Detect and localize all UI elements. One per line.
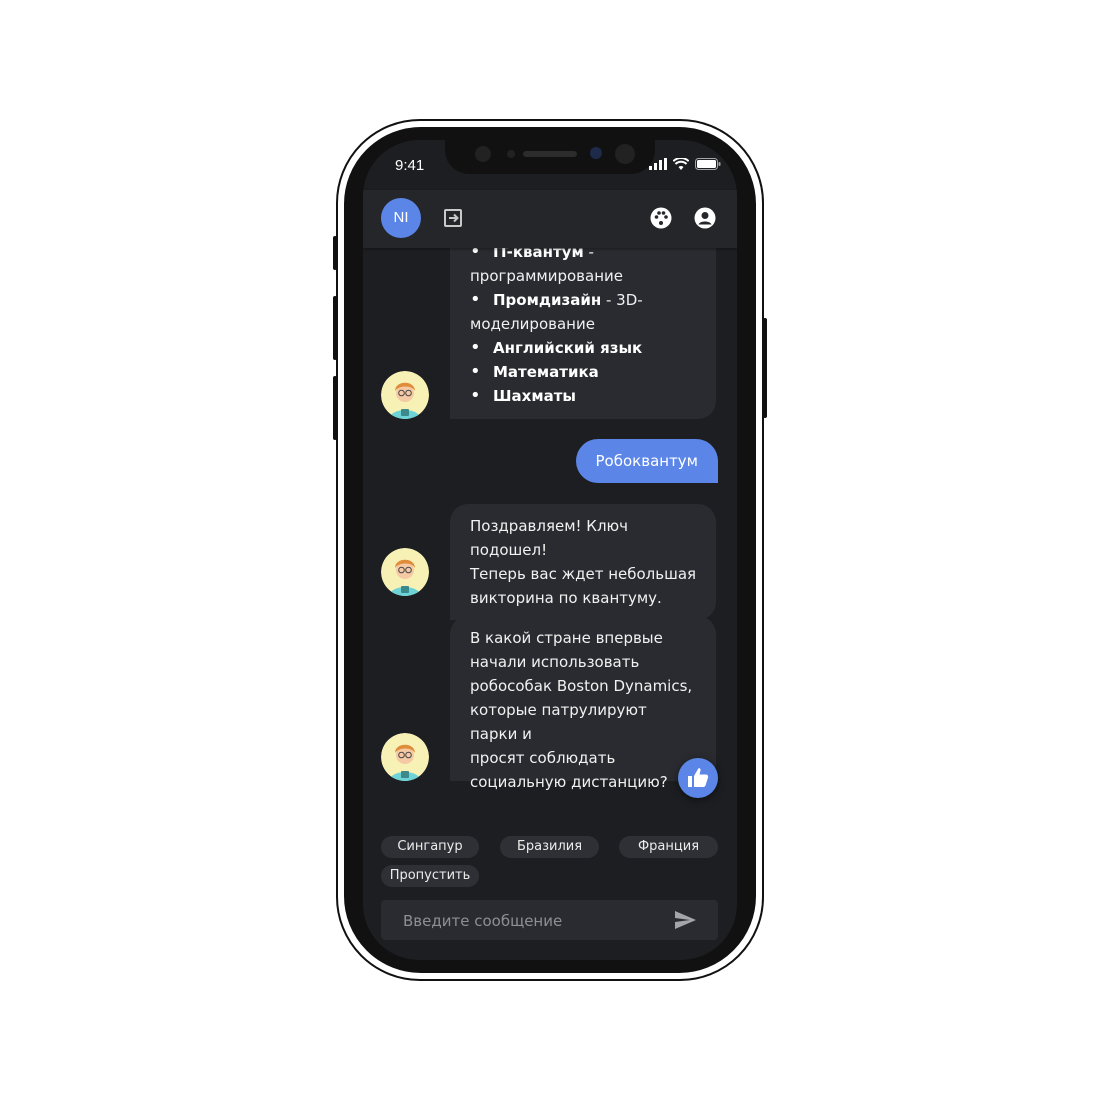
- logout-icon[interactable]: [441, 206, 465, 230]
- message-line: которые патрулируют парки и: [470, 701, 647, 743]
- like-button[interactable]: [678, 758, 718, 798]
- user-avatar[interactable]: NI: [381, 198, 421, 238]
- course-list: IT-квантум - программирование Промдизайн…: [470, 240, 698, 408]
- bot-message-question: В какой стране впервые начали использова…: [450, 616, 716, 791]
- palette-icon[interactable]: [649, 206, 673, 230]
- bot-message-congrats: Поздравляем! Ключ подошел! Теперь вас жд…: [450, 504, 716, 620]
- user-message: Робоквантум: [575, 439, 718, 483]
- list-item-continuation: моделирование: [470, 315, 595, 333]
- message-line: Теперь вас ждет небольшая: [470, 565, 697, 583]
- quick-reply-chip[interactable]: Сингапур: [381, 836, 479, 858]
- list-item: Английский язык: [470, 336, 698, 360]
- thumb-up-icon: [688, 768, 709, 787]
- message-line: Поздравляем! Ключ подошел!: [470, 517, 629, 559]
- message-input[interactable]: [401, 900, 665, 942]
- quick-reply-chip[interactable]: Франция: [619, 836, 718, 858]
- message-line: викторина по квантуму.: [470, 589, 662, 607]
- volume-down-button: [333, 376, 337, 440]
- message-line: начали использовать: [470, 653, 640, 671]
- notch: [445, 134, 655, 174]
- mute-switch: [333, 236, 337, 270]
- wifi-icon: [673, 158, 689, 170]
- account-icon[interactable]: [693, 206, 717, 230]
- list-item: Шахматы: [470, 384, 698, 408]
- quick-reply-chip[interactable]: Бразилия: [500, 836, 599, 858]
- message-composer: [381, 900, 718, 942]
- phone-screen: 9:41 NI • IT-квантум - программирование …: [363, 140, 737, 960]
- list-item: Промдизайн - 3D-: [470, 288, 698, 312]
- status-time: 9:41: [395, 157, 425, 174]
- volume-up-button: [333, 296, 337, 360]
- battery-icon: [695, 158, 721, 170]
- power-button: [763, 318, 767, 418]
- message-line: просят соблюдать: [470, 749, 616, 767]
- quick-reply-chip[interactable]: Пропустить: [381, 865, 479, 887]
- bot-avatar: [381, 371, 429, 419]
- bot-avatar: [381, 548, 429, 596]
- send-icon[interactable]: [673, 908, 697, 932]
- message-line: социальную дистанцию?: [470, 773, 668, 791]
- message-line: В какой стране впервые: [470, 629, 663, 647]
- list-item: Математика: [470, 360, 698, 384]
- bot-avatar: [381, 733, 429, 781]
- app-header: NI: [363, 190, 737, 248]
- list-item-continuation: программирование: [470, 267, 623, 285]
- message-line: робособак Boston Dynamics,: [470, 677, 693, 695]
